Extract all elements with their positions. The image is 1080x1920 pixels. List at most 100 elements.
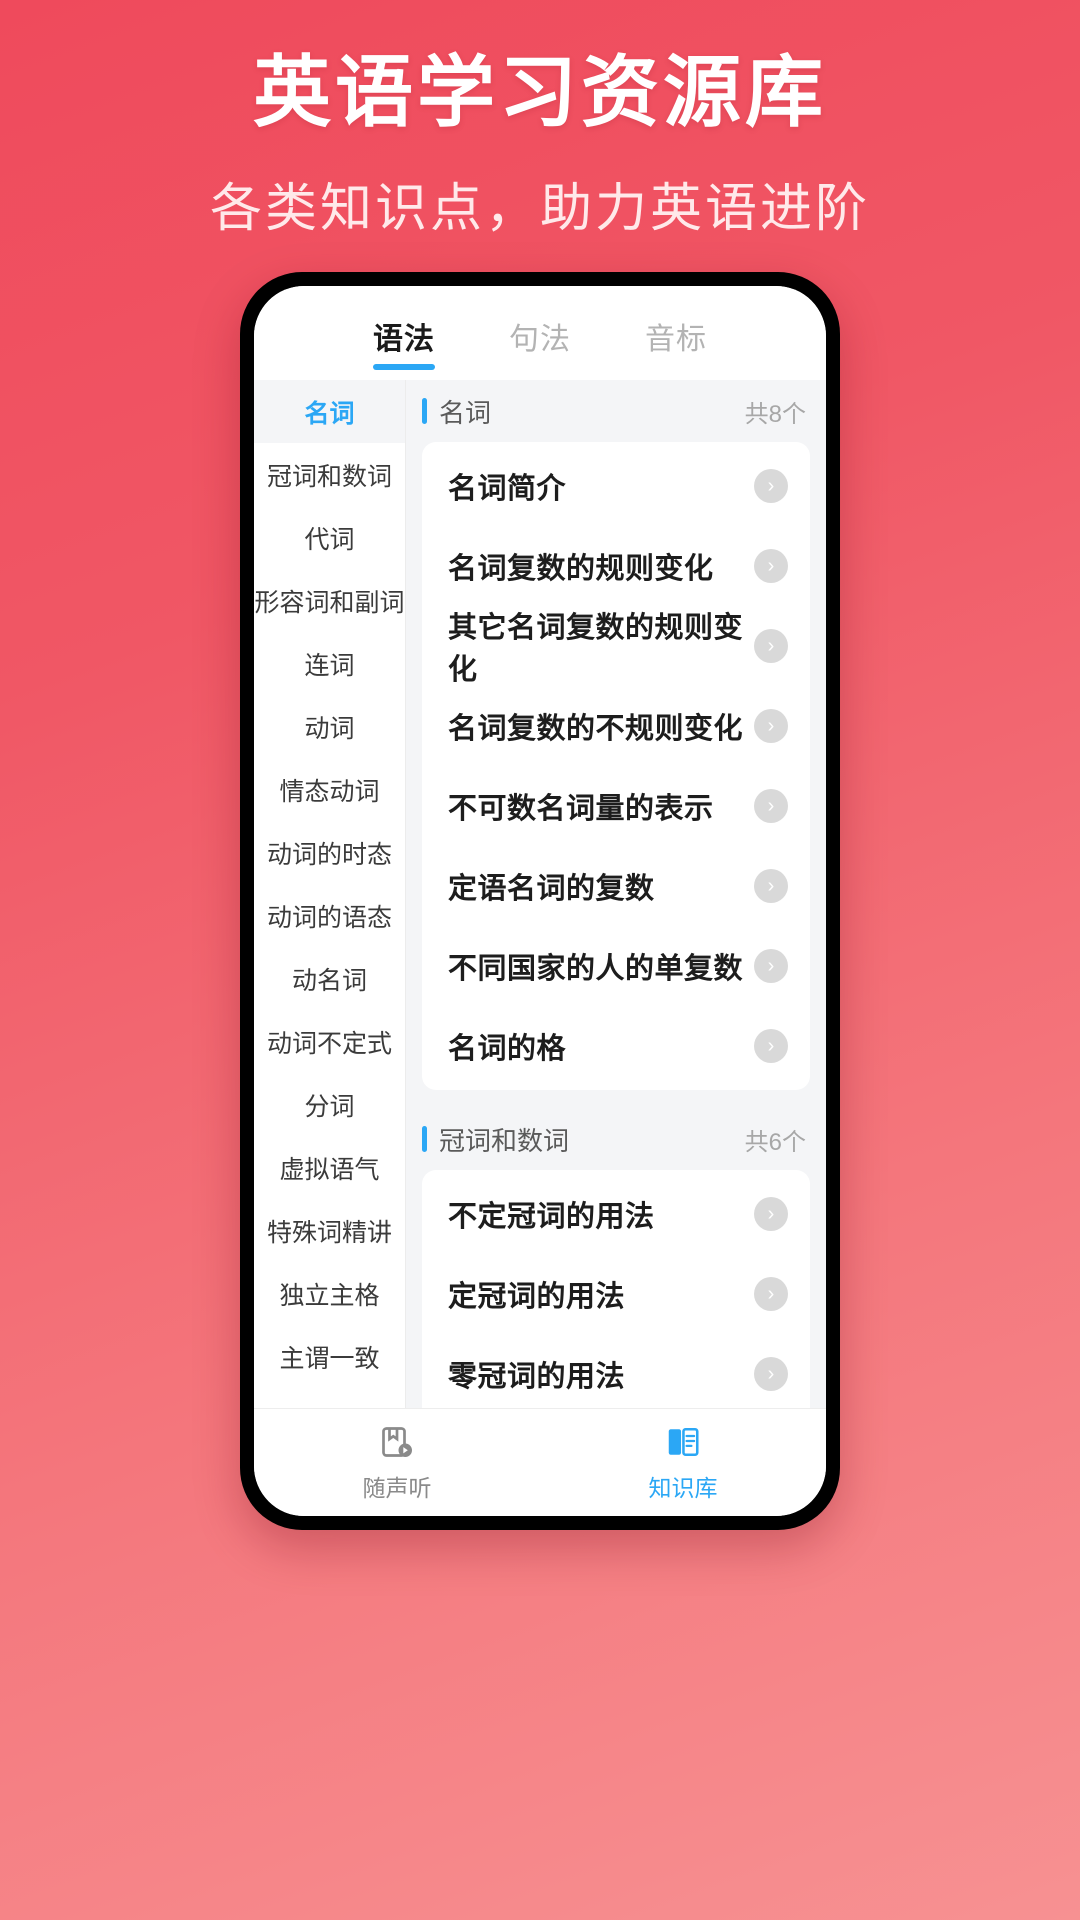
tab-phonetics-label: 音标 [645, 323, 707, 356]
sidebar-item-infinitive[interactable]: 动词不定式 [254, 1010, 405, 1073]
sidebar-item-label: 虚拟语气 [279, 1155, 380, 1184]
book-icon [663, 1422, 703, 1462]
sidebar-item-absolute-construction[interactable]: 独立主格 [254, 1262, 405, 1325]
list-item[interactable]: 其它名词复数的规则变化 › [422, 606, 810, 686]
sidebar-item-label: 形容词和副词 [254, 588, 405, 617]
chevron-right-icon[interactable]: › [754, 1357, 788, 1391]
sidebar-item-verb[interactable]: 动词 [254, 695, 405, 758]
section-header-noun: 名词 共8个 [406, 380, 826, 442]
sidebar-item-label: 动名词 [291, 966, 367, 995]
list-item[interactable]: 不同国家的人的单复数 › [422, 926, 810, 1006]
sidebar-item-gerund[interactable]: 动名词 [254, 947, 405, 1010]
lesson-label: 其它名词复数的规则变化 [448, 612, 744, 686]
lesson-list[interactable]: 名词 共8个 名词简介 › 名词复数的规则变化 › 其它名词复数的规则变化 › … [406, 380, 826, 1408]
sidebar-item-label: 主谓一致 [279, 1344, 380, 1373]
chevron-right-icon[interactable]: › [754, 629, 788, 663]
listen-icon [377, 1422, 417, 1462]
sidebar-item-label: 分词 [304, 1092, 355, 1121]
sidebar-item-label: 动词 [304, 714, 355, 743]
list-item[interactable]: 名词简介 › [422, 446, 810, 526]
sidebar-item-pronoun[interactable]: 代词 [254, 506, 405, 569]
tab-active-indicator [373, 364, 435, 370]
category-sidebar[interactable]: 名词 冠词和数词 代词 形容词和副词 连词 动词 情态动词 动词的时态 动词的语… [254, 380, 406, 1408]
sidebar-item-label: 情态动词 [279, 777, 380, 806]
lesson-label: 定冠词的用法 [448, 1281, 626, 1313]
section-title: 冠词和数词 [439, 1125, 570, 1156]
phone-bezel: 语法 句法 音标 名词 冠词和数词 代词 形容词和副词 连词 动词 情态动词 动… [240, 272, 840, 1530]
lesson-label: 名词简介 [448, 473, 567, 505]
tab-syntax[interactable]: 句法 [505, 314, 575, 370]
chevron-right-icon[interactable]: › [754, 469, 788, 503]
lesson-label: 零冠词的用法 [448, 1361, 626, 1393]
lesson-label: 不同国家的人的单复数 [448, 953, 744, 985]
nav-item-listen[interactable]: 随声听 [254, 1422, 540, 1503]
chevron-right-icon[interactable]: › [754, 789, 788, 823]
sidebar-item-label: 特殊词精讲 [266, 1218, 392, 1247]
tab-phonetics[interactable]: 音标 [641, 314, 711, 370]
section-title: 名词 [439, 397, 492, 428]
list-item[interactable]: 不定冠词的用法 › [422, 1174, 810, 1254]
list-item[interactable]: 不可数名词量的表示 › [422, 766, 810, 846]
section-count: 共6个 [744, 1128, 806, 1156]
sidebar-item-label: 代词 [304, 525, 355, 554]
sidebar-item-participle[interactable]: 分词 [254, 1073, 405, 1136]
lesson-card-noun: 名词简介 › 名词复数的规则变化 › 其它名词复数的规则变化 › 名词复数的不规… [422, 442, 810, 1090]
sidebar-item-label: 动词的语态 [266, 903, 392, 932]
bottom-navigation: 随声听 知识库 [254, 1408, 826, 1516]
phone-mockup: 语法 句法 音标 名词 冠词和数词 代词 形容词和副词 连词 动词 情态动词 动… [240, 272, 840, 1530]
chevron-right-icon[interactable]: › [754, 1197, 788, 1231]
lesson-label: 不定冠词的用法 [448, 1201, 655, 1233]
chevron-right-icon[interactable]: › [754, 869, 788, 903]
chevron-right-icon[interactable]: › [754, 709, 788, 743]
phone-screen: 语法 句法 音标 名词 冠词和数词 代词 形容词和副词 连词 动词 情态动词 动… [254, 286, 826, 1516]
nav-item-label: 随声听 [362, 1475, 432, 1501]
tab-syntax-label: 句法 [509, 323, 571, 356]
sidebar-item-label: 动词的时态 [266, 840, 392, 869]
page-subtitle: 各类知识点，助力英语进阶 [209, 179, 870, 238]
sidebar-item-label: 名词 [304, 399, 355, 428]
chevron-right-icon[interactable]: › [754, 1277, 788, 1311]
sidebar-item-label: 连词 [304, 651, 355, 680]
tab-grammar-label: 语法 [373, 323, 435, 356]
sidebar-item-article-numeral[interactable]: 冠词和数词 [254, 443, 405, 506]
list-item[interactable]: 名词的格 › [422, 1006, 810, 1086]
list-item[interactable]: 定冠词的用法 › [422, 1254, 810, 1334]
sidebar-item-modal-verb[interactable]: 情态动词 [254, 758, 405, 821]
nav-item-label: 知识库 [648, 1475, 718, 1501]
tab-grammar[interactable]: 语法 [369, 314, 439, 370]
list-item[interactable]: 名词复数的不规则变化 › [422, 686, 810, 766]
top-tab-bar: 语法 句法 音标 [254, 286, 826, 380]
sidebar-item-label: 动词不定式 [266, 1029, 392, 1058]
nav-item-knowledge[interactable]: 知识库 [540, 1422, 826, 1503]
chevron-right-icon[interactable]: › [754, 549, 788, 583]
lesson-label: 名词复数的不规则变化 [448, 713, 744, 745]
section-accent-bar [422, 398, 427, 424]
section-header-article: 冠词和数词 共6个 [406, 1108, 826, 1170]
lesson-label: 名词的格 [448, 1033, 567, 1065]
chevron-right-icon[interactable]: › [754, 949, 788, 983]
promo-header: 英语学习资源库 各类知识点，助力英语进阶 [0, 0, 1080, 241]
sidebar-item-conjunction[interactable]: 连词 [254, 632, 405, 695]
lesson-card-article: 不定冠词的用法 › 定冠词的用法 › 零冠词的用法 › 冠词与形容词+名词结 [422, 1170, 810, 1408]
list-item[interactable]: 零冠词的用法 › [422, 1334, 810, 1408]
sidebar-item-label: 独立主格 [279, 1281, 380, 1310]
sidebar-item-verb-voice[interactable]: 动词的语态 [254, 884, 405, 947]
sidebar-item-label: 冠词和数词 [266, 462, 392, 491]
sidebar-item-special-words[interactable]: 特殊词精讲 [254, 1199, 405, 1262]
lesson-label: 定语名词的复数 [448, 873, 655, 905]
sidebar-item-subjunctive[interactable]: 虚拟语气 [254, 1136, 405, 1199]
page-title: 英语学习资源库 [252, 48, 827, 136]
lesson-label: 名词复数的规则变化 [448, 553, 714, 585]
lesson-label: 不可数名词量的表示 [448, 793, 714, 825]
chevron-right-icon[interactable]: › [754, 1029, 788, 1063]
sidebar-item-verb-tense[interactable]: 动词的时态 [254, 821, 405, 884]
sidebar-item-adjective-adverb[interactable]: 形容词和副词 [254, 569, 405, 632]
sidebar-item-subject-verb-agreement[interactable]: 主谓一致 [254, 1325, 405, 1388]
list-item[interactable]: 名词复数的规则变化 › [422, 526, 810, 606]
sidebar-item-noun[interactable]: 名词 [254, 380, 405, 443]
content-area: 名词 冠词和数词 代词 形容词和副词 连词 动词 情态动词 动词的时态 动词的语… [254, 380, 826, 1408]
list-item[interactable]: 定语名词的复数 › [422, 846, 810, 926]
section-accent-bar [422, 1126, 427, 1152]
section-count: 共8个 [744, 400, 806, 428]
